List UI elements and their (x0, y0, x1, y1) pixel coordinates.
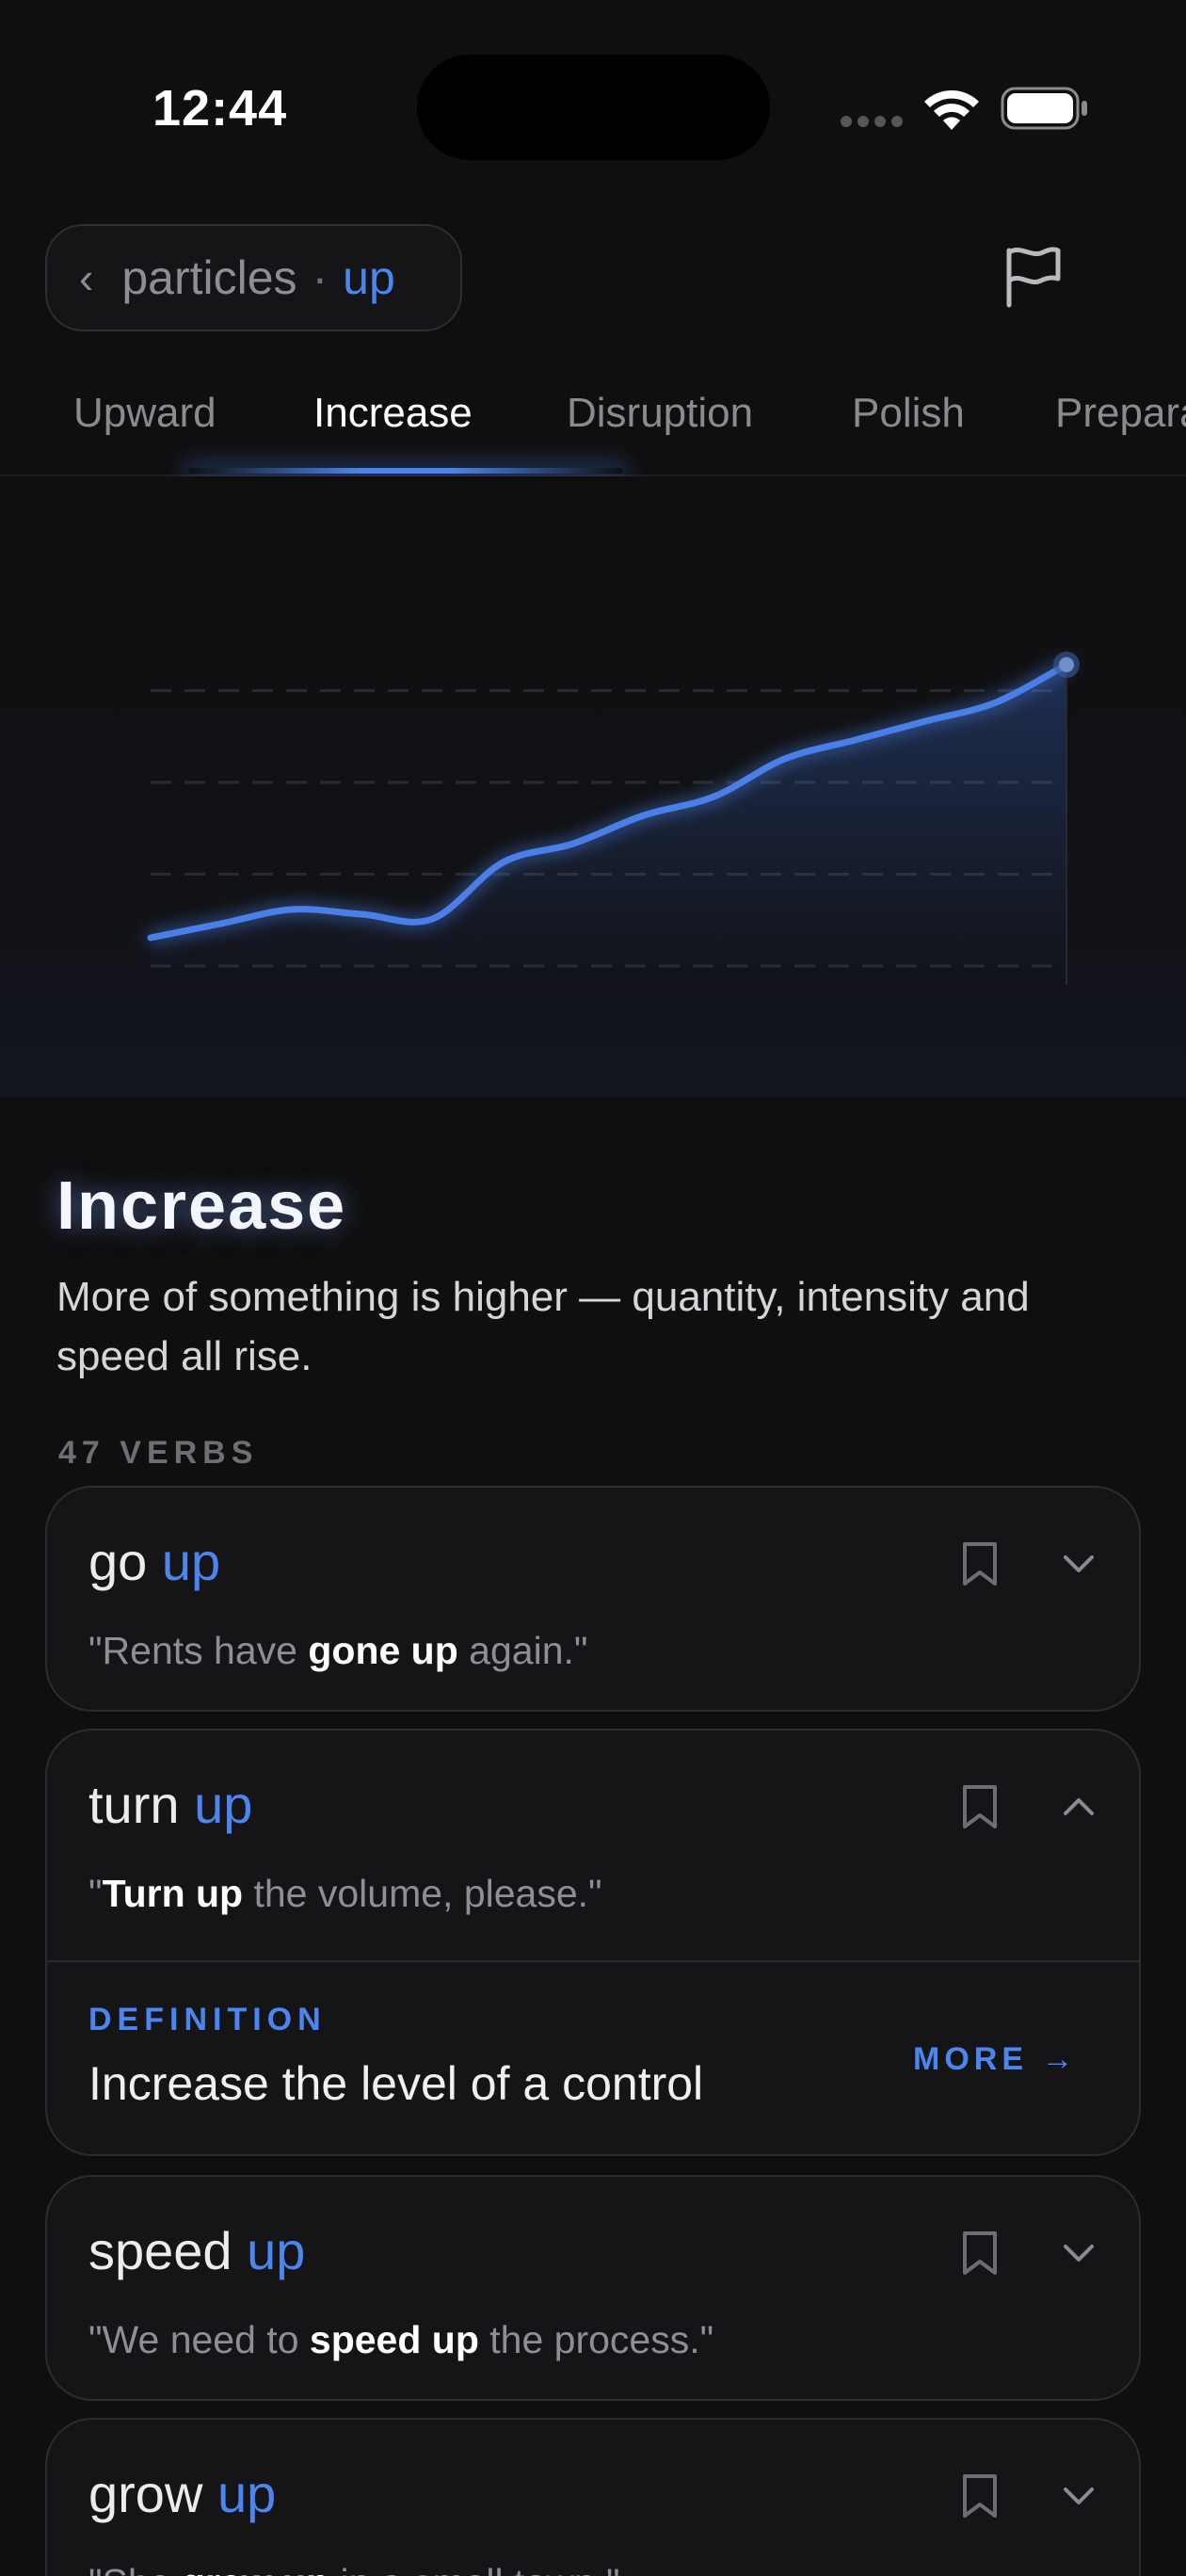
verb-word: turn (88, 1775, 180, 1834)
verb-title: go up (88, 1531, 220, 1592)
verb-card-speed-up[interactable]: speed up "We need to speed up the proces… (45, 2175, 1141, 2401)
dynamic-island (417, 55, 770, 160)
increase-chart (0, 476, 1186, 1098)
verb-count: 47 VERBS (58, 1435, 259, 1471)
verb-card-go-up[interactable]: go up "Rents have gone up again." (45, 1486, 1141, 1712)
card-divider (47, 1960, 1139, 1962)
verb-word: speed (88, 2221, 232, 2280)
verb-card-turn-up[interactable]: turn up "Turn up the volume, please." DE… (45, 1729, 1141, 2156)
tab-disruption[interactable]: Disruption (567, 390, 753, 437)
chart-area-fill (151, 665, 1066, 985)
definition-text: Increase the level of a control (88, 2057, 704, 2110)
verb-word: grow (88, 2464, 203, 2523)
verb-example: "Rents have gone up again." (88, 1629, 587, 1673)
breadcrumb-particle: up (343, 251, 395, 304)
example-highlight: speed up (309, 2318, 479, 2361)
example-post: the process." (478, 2318, 714, 2361)
example-highlight: grew up (182, 2561, 329, 2576)
status-time: 12:44 (152, 80, 288, 137)
definition-label: DEFINITION (88, 2002, 327, 2037)
chevron-down-icon[interactable] (1062, 2243, 1096, 2263)
line-chart (147, 652, 1080, 985)
back-breadcrumb-button[interactable]: ‹ particles · up (45, 224, 462, 331)
verb-word: go (88, 1532, 148, 1591)
verb-particle: up (247, 2221, 306, 2280)
bookmark-icon[interactable] (961, 1783, 999, 1830)
example-pre: "We need to (88, 2318, 310, 2361)
status-bar: 12:44 (0, 0, 1186, 188)
breadcrumb-separator: · (312, 251, 329, 304)
verb-example: "We need to speed up the process." (88, 2318, 713, 2362)
tab-bar: Upward Increase Disruption Polish Prepar… (0, 377, 1186, 476)
verb-particle: up (161, 1532, 221, 1591)
tab-increase[interactable]: Increase (313, 390, 473, 437)
tab-upward[interactable]: Upward (73, 390, 216, 437)
active-tab-indicator (188, 468, 623, 474)
tab-polish[interactable]: Polish (852, 390, 965, 437)
bookmark-icon[interactable] (961, 2230, 999, 2277)
verb-title: speed up (88, 2220, 305, 2281)
chevron-left-icon: ‹ (79, 253, 94, 302)
wifi-icon (924, 89, 979, 130)
verb-card-grow-up[interactable]: grow up "She grew up in a small town." (45, 2418, 1141, 2576)
verb-title: grow up (88, 2463, 276, 2524)
cellular-signal-icon (841, 116, 903, 127)
example-highlight: gone up (308, 1629, 458, 1672)
chevron-down-icon[interactable] (1062, 2486, 1096, 2506)
bookmark-icon[interactable] (961, 1540, 999, 1587)
verb-particle: up (194, 1775, 253, 1834)
section-title: Increase (56, 1168, 347, 1244)
flag-icon[interactable] (1000, 243, 1066, 309)
verb-example: "She grew up in a small town." (88, 2561, 620, 2576)
example-pre: "She (88, 2561, 182, 2576)
example-post: again." (457, 1629, 588, 1672)
example-highlight: Turn up (102, 1872, 244, 1915)
example-pre: " (88, 1872, 103, 1915)
breadcrumb-category: particles (121, 251, 297, 304)
chevron-up-icon[interactable] (1062, 1796, 1096, 1817)
battery-icon (1001, 87, 1087, 130)
tab-preparation[interactable]: Prepara (1055, 390, 1186, 437)
chevron-down-icon[interactable] (1062, 1554, 1096, 1574)
verb-particle: up (216, 2464, 277, 2523)
chart-endpoint-point (1059, 657, 1074, 672)
more-link[interactable]: MORE → (913, 2041, 1078, 2078)
example-post: the volume, please." (243, 1872, 602, 1915)
example-pre: "Rents have (88, 1629, 309, 1672)
section-description: More of something is higher — quantity, … (56, 1274, 1030, 1379)
verb-title: turn up (88, 1774, 252, 1835)
bookmark-icon[interactable] (961, 2472, 999, 2520)
verb-example: "Turn up the volume, please." (88, 1872, 602, 1916)
example-post: in a small town." (329, 2561, 619, 2576)
